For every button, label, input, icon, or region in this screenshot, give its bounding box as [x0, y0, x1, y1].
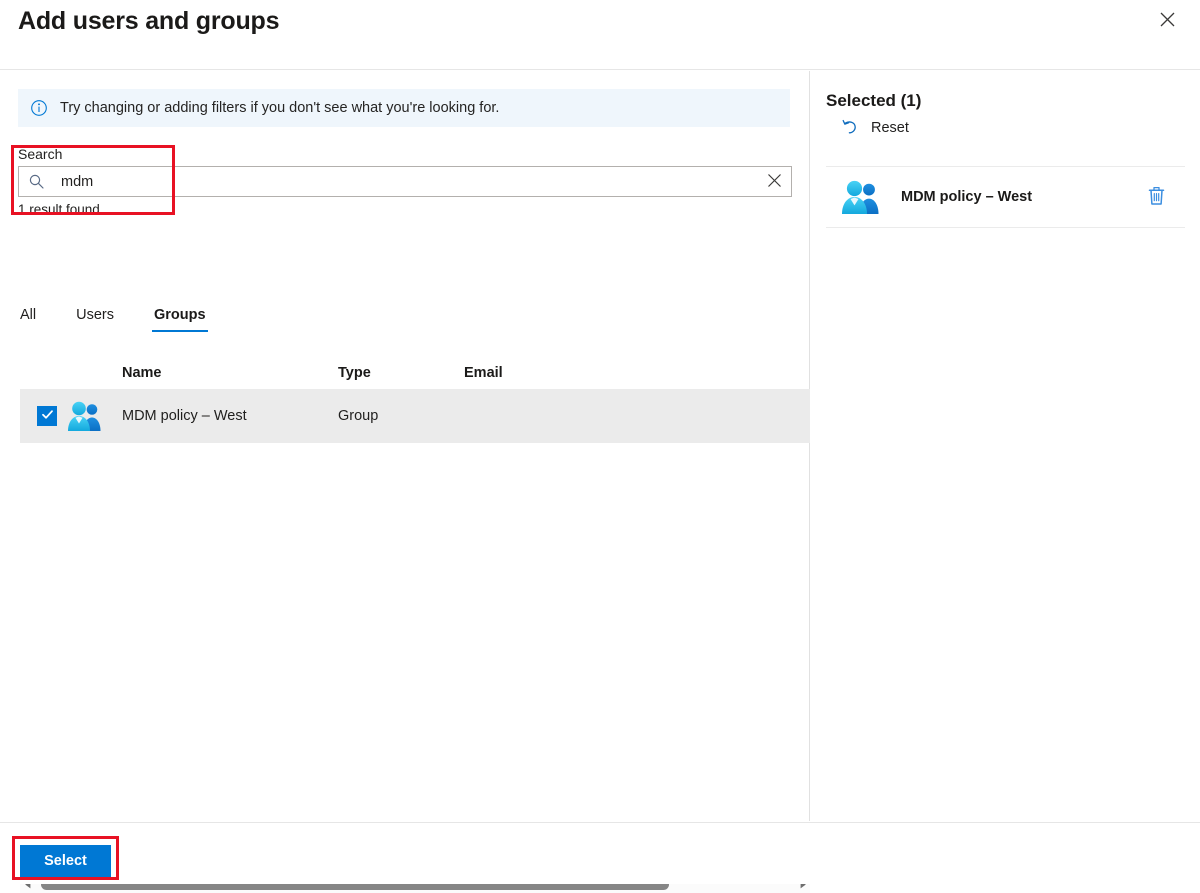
search-icon	[28, 173, 45, 190]
selected-pane: Selected (1) Reset MDM policy – West	[811, 71, 1200, 821]
trash-icon	[1147, 185, 1166, 209]
search-box[interactable]	[18, 166, 792, 197]
selected-item-name: MDM policy – West	[901, 189, 1033, 205]
row-checkbox-cell	[20, 406, 66, 426]
info-circle-icon	[30, 99, 48, 117]
results-table: Name Type Email MDM policy – West Group	[20, 357, 810, 443]
row-checkbox[interactable]	[37, 406, 57, 426]
reset-label: Reset	[871, 120, 909, 136]
close-icon	[1160, 12, 1175, 30]
selected-item-row: MDM policy – West	[826, 166, 1185, 228]
column-header-name: Name	[122, 365, 162, 381]
checkmark-icon	[41, 408, 54, 424]
tab-all[interactable]: All	[18, 306, 38, 332]
column-header-type: Type	[338, 365, 371, 381]
row-type: Group	[338, 408, 379, 424]
remove-selected-button[interactable]	[1141, 182, 1171, 212]
group-icon	[840, 179, 882, 215]
group-icon	[66, 400, 104, 432]
tab-groups[interactable]: Groups	[152, 306, 208, 332]
search-result-count: 1 result found	[18, 202, 100, 217]
table-row[interactable]: MDM policy – West Group	[20, 389, 810, 443]
clear-search-button[interactable]	[759, 167, 789, 196]
search-label: Search	[18, 146, 63, 162]
info-message-text: Try changing or adding filters if you do…	[60, 100, 500, 116]
tab-users[interactable]: Users	[74, 306, 116, 332]
reset-button[interactable]: Reset	[841, 119, 909, 137]
close-button[interactable]	[1150, 4, 1184, 38]
search-input[interactable]	[61, 167, 759, 196]
dialog-footer: Select	[0, 822, 1200, 884]
search-section: Search 1 result found	[18, 145, 792, 219]
page-title: Add users and groups	[18, 7, 280, 35]
row-icon-cell	[66, 400, 122, 432]
row-name: MDM policy – West	[122, 408, 247, 424]
selected-count-title: Selected (1)	[826, 91, 922, 110]
dialog-header: Add users and groups	[0, 0, 1200, 70]
column-header-email: Email	[464, 365, 503, 381]
clear-icon	[767, 173, 782, 191]
select-button[interactable]: Select	[20, 845, 111, 877]
results-pane: Try changing or adding filters if you do…	[0, 71, 810, 893]
info-message-bar: Try changing or adding filters if you do…	[18, 89, 790, 127]
table-header-row: Name Type Email	[20, 357, 810, 389]
undo-icon	[841, 119, 859, 137]
filter-tabs: All Users Groups	[18, 302, 208, 332]
